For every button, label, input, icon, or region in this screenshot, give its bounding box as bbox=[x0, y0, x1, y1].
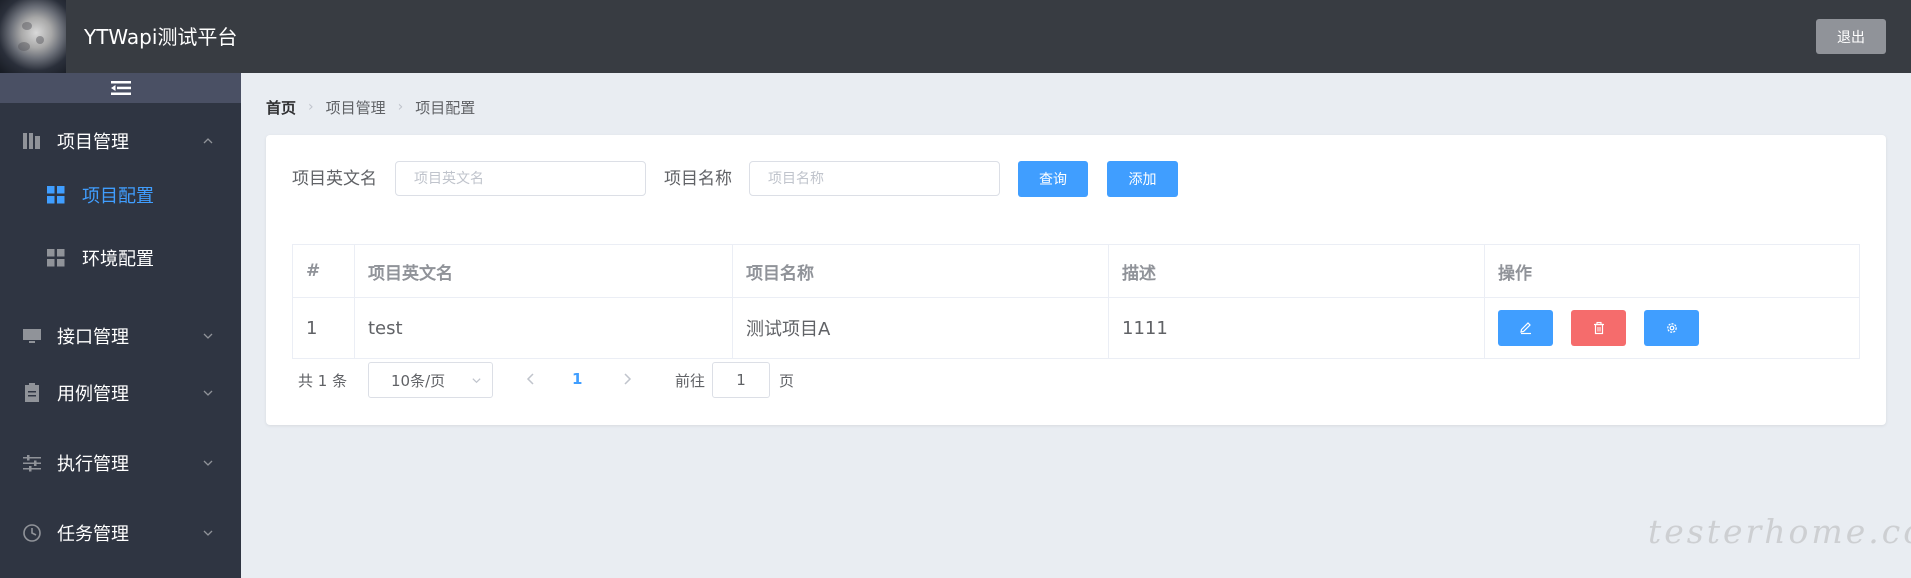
chevron-right-icon[interactable] bbox=[620, 372, 634, 386]
goto-label: 前往 bbox=[675, 372, 706, 390]
chevron-down-icon bbox=[203, 460, 213, 466]
chevron-right-icon: › bbox=[308, 99, 314, 115]
chevron-left-icon[interactable] bbox=[524, 372, 538, 386]
sidebar-menu-label: 项目管理 bbox=[57, 132, 129, 153]
top-header: YTWapi测试平台 退出 bbox=[0, 0, 1911, 73]
sidebar-menu-project[interactable]: 项目管理 bbox=[0, 113, 241, 169]
gear-icon bbox=[1666, 323, 1677, 333]
main-card: 项目英文名 项目名称 查询 添加 # 项目英文名 项目名称 描述 操作 1 te… bbox=[266, 135, 1886, 425]
sidebar-menu-task[interactable]: 任务管理 bbox=[0, 505, 241, 561]
menu-fold-icon bbox=[110, 81, 131, 95]
clock-icon bbox=[22, 523, 42, 543]
sidebar-collapse-toggle[interactable] bbox=[0, 73, 241, 103]
column-header: 描述 bbox=[1109, 245, 1485, 297]
chevron-down-icon bbox=[203, 333, 213, 339]
total-count: 共 1 条 bbox=[298, 372, 348, 390]
sidebar-menu-label: 接口管理 bbox=[57, 327, 129, 348]
en-name-label: 项目英文名 bbox=[292, 169, 377, 189]
sidebar-menu-label: 执行管理 bbox=[57, 454, 129, 475]
row-name: 测试项目A bbox=[733, 298, 1109, 358]
add-button[interactable]: 添加 bbox=[1107, 161, 1178, 197]
breadcrumb-home[interactable]: 首页 bbox=[266, 97, 296, 118]
page-size-value: 10条/页 bbox=[391, 371, 446, 390]
book-icon bbox=[22, 131, 42, 151]
grid-icon bbox=[47, 186, 65, 204]
chevron-down-icon bbox=[203, 530, 213, 536]
breadcrumb: 首页 › 项目管理 › 项目配置 bbox=[266, 96, 475, 118]
sidebar: 项目管理 项目配置 环境配置 接口管理 用例管理 执行管理 任务管理 bbox=[0, 73, 241, 578]
sidebar-menu-label: 用例管理 bbox=[57, 384, 129, 405]
app-title: YTWapi测试平台 bbox=[84, 25, 238, 49]
page-size-select[interactable]: 10条/页 bbox=[368, 362, 493, 398]
monitor-icon bbox=[22, 326, 42, 346]
edit-button[interactable] bbox=[1498, 310, 1553, 346]
breadcrumb-item: 项目配置 bbox=[415, 98, 476, 117]
sidebar-menu-execute[interactable]: 执行管理 bbox=[0, 435, 241, 491]
grid-icon bbox=[47, 249, 65, 267]
chevron-up-icon bbox=[203, 138, 213, 144]
row-index: 1 bbox=[293, 298, 355, 358]
project-table: # 项目英文名 项目名称 描述 操作 1 test 测试项目A 1111 bbox=[292, 244, 1860, 359]
name-label: 项目名称 bbox=[664, 169, 732, 189]
column-header: 项目英文名 bbox=[355, 245, 733, 297]
edit-icon bbox=[1519, 322, 1531, 335]
trash-icon bbox=[1593, 321, 1604, 335]
sidebar-item-env-config[interactable]: 环境配置 bbox=[0, 230, 241, 286]
row-description: 1111 bbox=[1109, 298, 1485, 358]
page-jump-input[interactable] bbox=[712, 362, 770, 398]
sidebar-menu-api[interactable]: 接口管理 bbox=[0, 308, 241, 364]
delete-button[interactable] bbox=[1571, 310, 1626, 346]
sidebar-menu-label: 任务管理 bbox=[57, 524, 129, 545]
column-header: 项目名称 bbox=[733, 245, 1109, 297]
query-button[interactable]: 查询 bbox=[1018, 161, 1088, 197]
column-header: # bbox=[293, 245, 355, 297]
watermark: testerhome.com bbox=[1648, 512, 1911, 551]
sliders-icon bbox=[22, 453, 42, 473]
logout-button[interactable]: 退出 bbox=[1816, 19, 1886, 54]
breadcrumb-item: 项目管理 bbox=[325, 98, 386, 117]
chevron-down-icon bbox=[203, 390, 213, 396]
sidebar-item-project-config[interactable]: 项目配置 bbox=[0, 167, 241, 223]
row-en-name: test bbox=[355, 298, 733, 358]
sidebar-item-label: 项目配置 bbox=[82, 186, 154, 207]
page-number-current[interactable]: 1 bbox=[572, 370, 582, 388]
name-input[interactable] bbox=[749, 161, 1000, 196]
chevron-down-icon bbox=[472, 378, 481, 384]
column-header: 操作 bbox=[1498, 263, 1532, 284]
table-header-row: # 项目英文名 项目名称 描述 操作 bbox=[293, 245, 1859, 298]
en-name-input[interactable] bbox=[395, 161, 646, 196]
row-actions bbox=[1485, 298, 1859, 358]
chevron-right-icon: › bbox=[397, 99, 404, 115]
page-unit-label: 页 bbox=[779, 372, 795, 390]
clipboard-icon bbox=[22, 383, 42, 403]
moon-logo bbox=[0, 0, 66, 73]
table-row: 1 test 测试项目A 1111 bbox=[293, 298, 1859, 358]
settings-button[interactable] bbox=[1644, 310, 1699, 346]
pagination: 共 1 条 10条/页 1 前往 页 bbox=[298, 362, 898, 398]
sidebar-item-label: 环境配置 bbox=[82, 249, 154, 270]
sidebar-menu-case[interactable]: 用例管理 bbox=[0, 365, 241, 421]
